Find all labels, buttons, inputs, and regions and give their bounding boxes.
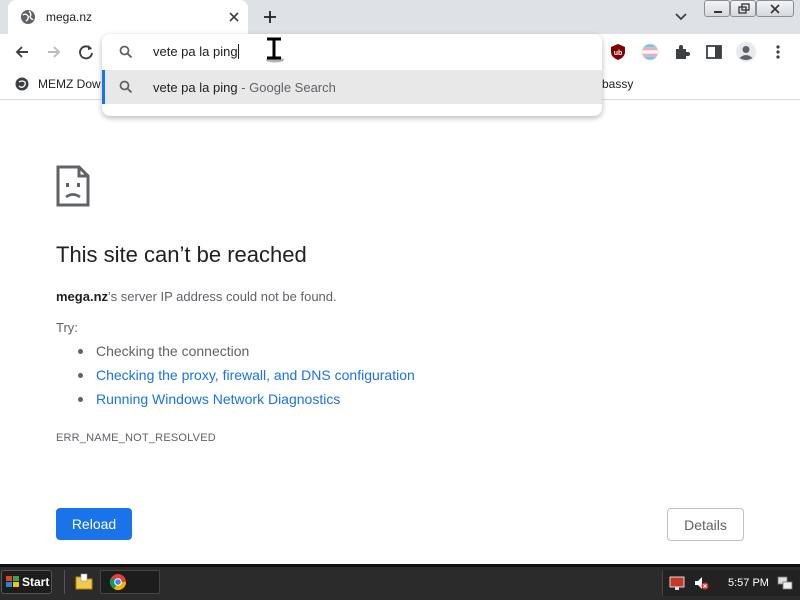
- restore-icon: [738, 3, 750, 14]
- network-icon[interactable]: [777, 575, 793, 591]
- tab-mega[interactable]: mega.nz: [8, 0, 248, 34]
- taskbar: Start 5:57 PM: [0, 564, 800, 600]
- sidepanel-icon[interactable]: [705, 43, 723, 61]
- details-button[interactable]: Details: [667, 508, 744, 541]
- tab-title: mega.nz: [46, 10, 93, 24]
- close-window-button[interactable]: [756, 0, 794, 17]
- start-button[interactable]: Start: [1, 570, 52, 594]
- chrome-icon: [109, 574, 127, 591]
- sad-document-icon: [56, 165, 90, 207]
- omnibox-dropdown: vete pa la ping vete pa la ping - Google…: [102, 34, 602, 116]
- suggestion-run-diagnostics-link[interactable]: Running Windows Network Diagnostics: [78, 389, 415, 413]
- error-host: mega.nz: [56, 289, 109, 304]
- folder-icon[interactable]: [74, 572, 94, 592]
- omnibox-text: vete pa la ping: [153, 44, 239, 59]
- error-page: This site can’t be reached mega.nz’s ser…: [0, 101, 800, 564]
- chevron-down-icon[interactable]: [674, 10, 688, 24]
- github-icon: [15, 77, 29, 91]
- globe-icon: [21, 10, 35, 24]
- search-icon: [119, 80, 133, 94]
- tab-strip: mega.nz: [0, 0, 800, 34]
- error-code: ERR_NAME_NOT_RESOLVED: [56, 432, 216, 444]
- suggestion-suffix: - Google Search: [237, 80, 336, 95]
- svg-text:ub: ub: [614, 50, 623, 57]
- windows-logo-icon: [6, 576, 19, 587]
- bookmark-embassy[interactable]: bassy: [602, 77, 633, 91]
- clock: 5:57 PM: [728, 577, 769, 589]
- close-window-icon: [770, 4, 780, 14]
- suggestion-query: vete pa la ping: [153, 80, 238, 95]
- close-icon[interactable]: [226, 9, 242, 25]
- try-label: Try:: [56, 320, 78, 335]
- error-heading: This site can’t be reached: [56, 242, 307, 267]
- error-description-rest: ’s server IP address could not be found.: [108, 289, 337, 304]
- suggestion-check-connection: Checking the connection: [78, 341, 415, 365]
- flag-icon[interactable]: [641, 43, 659, 61]
- bookmark-memz[interactable]: MEMZ Dow: [38, 77, 101, 91]
- puzzle-icon[interactable]: [673, 43, 691, 61]
- suggestion-list: Checking the connection Checking the pro…: [78, 341, 415, 413]
- screen: mega.nz ub MEMZ Dow bassy vete pa la pin…: [0, 0, 800, 600]
- search-icon: [119, 45, 133, 59]
- text-caret: [237, 44, 239, 59]
- start-label: Start: [22, 575, 50, 589]
- ublock-icon[interactable]: ub: [609, 43, 627, 61]
- omnibox-value: vete pa la ping: [153, 44, 238, 59]
- error-description: mega.nz’s server IP address could not be…: [56, 289, 337, 304]
- minimize-icon: [714, 11, 722, 13]
- taskbar-button-chrome[interactable]: [100, 570, 160, 594]
- suggestion-check-proxy-link[interactable]: Checking the proxy, firewall, and DNS co…: [78, 365, 415, 389]
- omnibox-input[interactable]: vete pa la ping: [102, 34, 602, 70]
- ibeam-cursor-icon: [266, 37, 284, 63]
- reload-icon[interactable]: [77, 43, 95, 61]
- reload-button[interactable]: Reload: [56, 508, 132, 540]
- monitor-icon[interactable]: [669, 575, 685, 591]
- volume-muted-icon[interactable]: [693, 575, 709, 591]
- omnibox-suggestion[interactable]: vete pa la ping - Google Search: [102, 70, 602, 104]
- new-tab-icon[interactable]: [262, 9, 278, 25]
- back-arrow-icon[interactable]: [13, 43, 31, 61]
- minimize-button[interactable]: [704, 0, 730, 17]
- restore-button[interactable]: [730, 0, 756, 17]
- forward-arrow-icon[interactable]: [45, 43, 63, 61]
- suggestion-text: vete pa la ping - Google Search: [153, 80, 336, 95]
- menu-dots-icon[interactable]: [769, 43, 787, 61]
- profile-icon[interactable]: [735, 41, 757, 63]
- taskbar-separator: [64, 570, 65, 594]
- system-tray: 5:57 PM: [662, 570, 800, 596]
